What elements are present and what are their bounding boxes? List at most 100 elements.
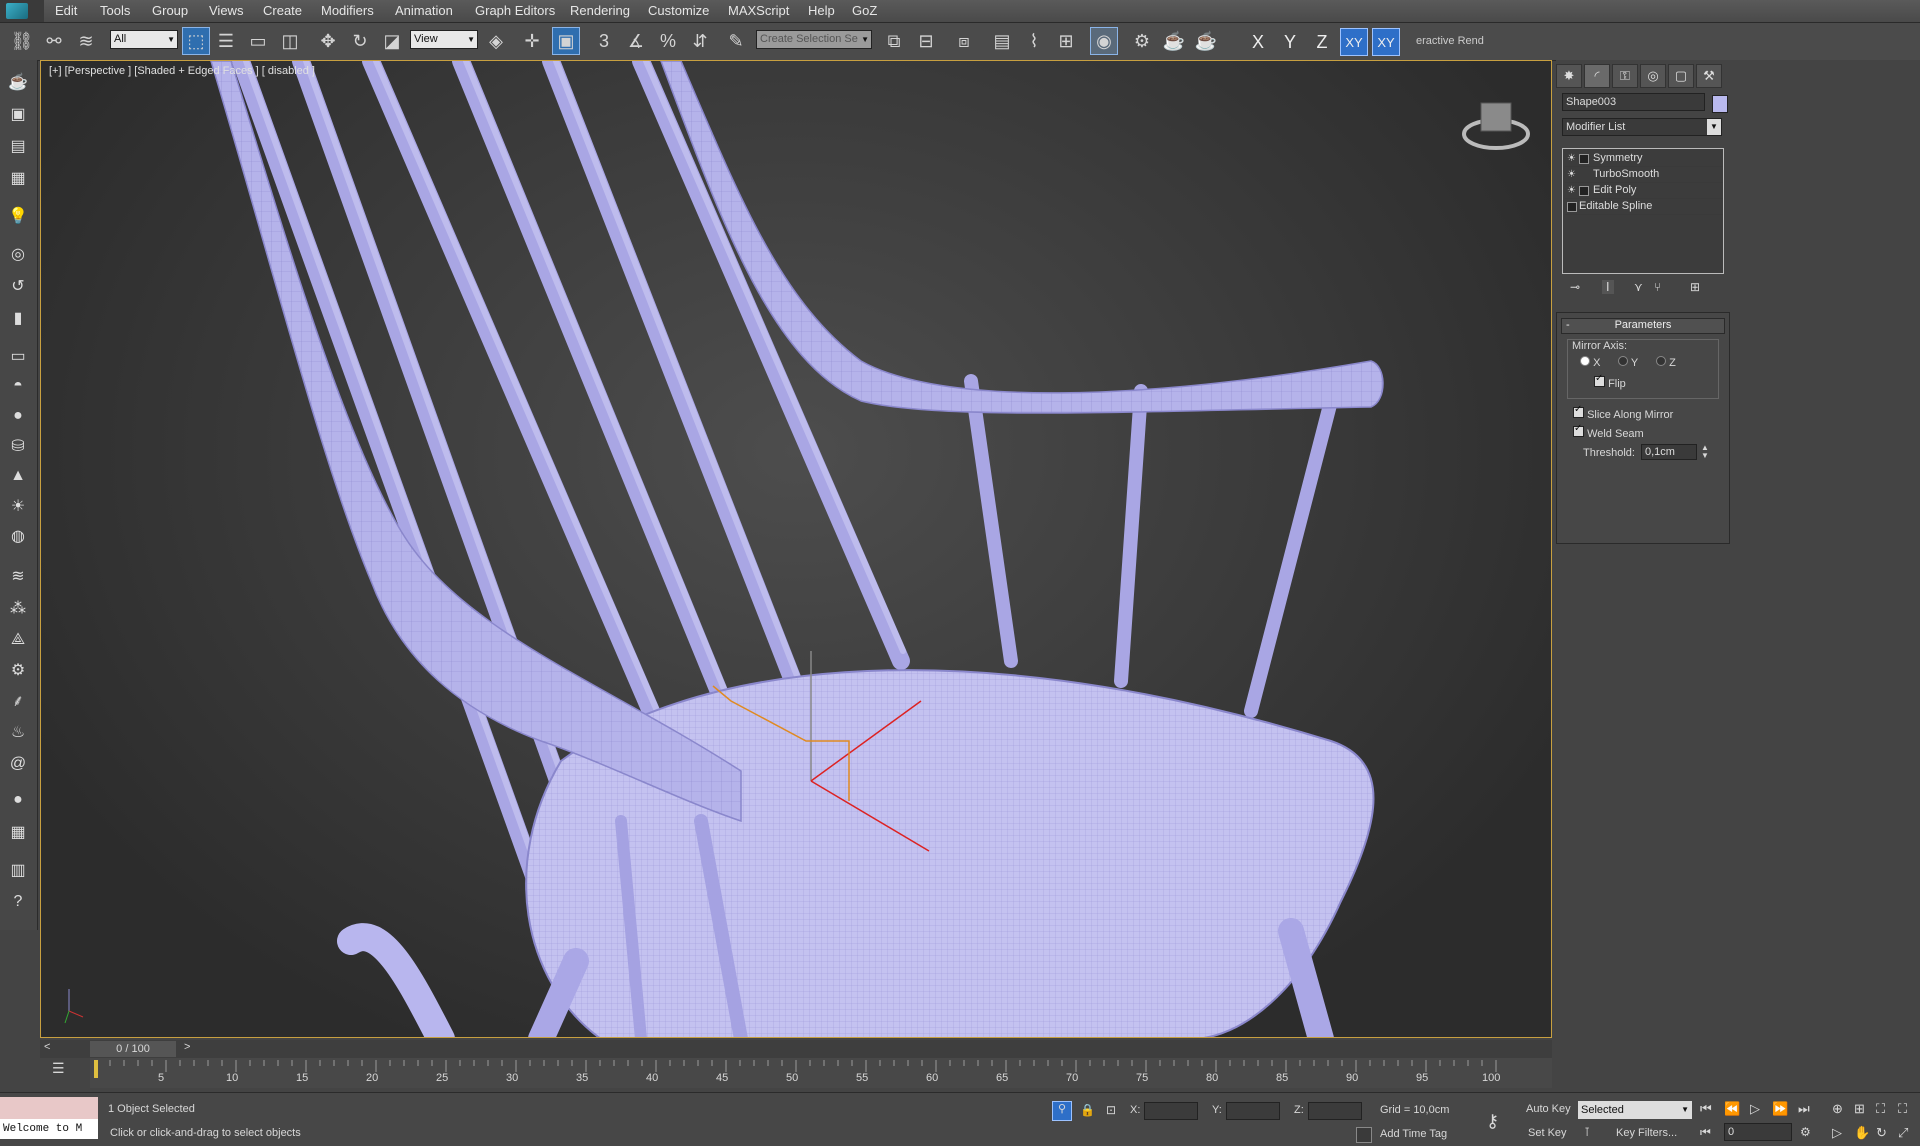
- prev-frame-icon[interactable]: <: [44, 1041, 50, 1053]
- rollout-title[interactable]: - Parameters: [1561, 318, 1725, 334]
- play-icon[interactable]: ▷: [1750, 1101, 1760, 1117]
- next-frame-icon[interactable]: >: [184, 1041, 190, 1053]
- current-frame-input[interactable]: [1724, 1123, 1792, 1141]
- interactive-render-label[interactable]: eractive Rend: [1416, 35, 1484, 47]
- window-crossing-icon[interactable]: ◫: [276, 27, 304, 55]
- axis-x-button[interactable]: X: [1244, 28, 1272, 56]
- object-color-swatch[interactable]: [1712, 95, 1728, 113]
- bind-space-warp-icon[interactable]: ≋: [72, 27, 100, 55]
- grid-icon[interactable]: ▦: [6, 820, 30, 844]
- camera-icon[interactable]: ◎: [6, 242, 30, 266]
- sphere-icon[interactable]: ●: [6, 404, 30, 428]
- axis-y-radio[interactable]: Y: [1618, 356, 1638, 369]
- layer-manager-icon[interactable]: ⧈: [950, 27, 978, 55]
- threshold-input[interactable]: [1641, 444, 1697, 460]
- zoom-all-icon[interactable]: ⊞: [1854, 1101, 1865, 1117]
- menu-edit[interactable]: Edit: [55, 3, 77, 18]
- display-tab-icon[interactable]: ▢: [1668, 64, 1694, 88]
- script-icon[interactable]: ▥: [6, 858, 30, 882]
- axis-z-radio[interactable]: Z: [1656, 356, 1676, 369]
- threshold-spinner-icon[interactable]: ▲ ▼: [1701, 444, 1709, 460]
- cylinder-icon[interactable]: ⛁: [6, 434, 30, 458]
- percent-snap-icon[interactable]: %: [654, 27, 682, 55]
- stack-item-turbosmooth[interactable]: ☀ TurboSmooth: [1565, 167, 1723, 183]
- prev-key-icon[interactable]: ⏪: [1724, 1101, 1740, 1117]
- bulb-icon[interactable]: ☀: [1567, 167, 1576, 182]
- zoom-icon[interactable]: ⊕: [1832, 1101, 1843, 1117]
- gear-icon[interactable]: ⚙: [6, 658, 30, 682]
- lock-icon[interactable]: 🔒: [1080, 1103, 1095, 1117]
- globe-icon[interactable]: ●: [6, 788, 30, 812]
- show-end-result-icon[interactable]: Ⅰ: [1602, 280, 1614, 294]
- bones-icon[interactable]: ⟁: [6, 628, 30, 652]
- expand-icon[interactable]: [1567, 202, 1577, 212]
- film-icon[interactable]: ▮: [6, 306, 30, 330]
- expand-icon[interactable]: [1579, 186, 1589, 196]
- bulb-icon[interactable]: ☀: [1567, 151, 1576, 166]
- y-coord-input[interactable]: [1226, 1102, 1280, 1120]
- stack-item-editable-spline[interactable]: Editable Spline: [1565, 199, 1723, 215]
- menu-group[interactable]: Group: [152, 3, 188, 18]
- select-object-icon[interactable]: ⬚: [182, 27, 210, 55]
- set-key-icon[interactable]: ⊺: [1584, 1125, 1590, 1139]
- bulb-icon[interactable]: ☀: [1567, 183, 1576, 198]
- auto-key-button[interactable]: Auto Key: [1526, 1103, 1571, 1115]
- select-manipulate-icon[interactable]: ✛: [518, 27, 546, 55]
- time-slider[interactable]: < 0 / 100 >: [40, 1040, 1552, 1058]
- remove-modifier-icon[interactable]: ⑂: [1654, 280, 1661, 294]
- orbit-icon[interactable]: ↻: [1876, 1125, 1887, 1141]
- pan-icon[interactable]: ✋: [1854, 1125, 1870, 1141]
- reference-coordinate-dropdown[interactable]: View: [410, 30, 478, 49]
- angle-snap-icon[interactable]: ∡: [622, 27, 650, 55]
- teapot-icon[interactable]: ☕: [6, 70, 30, 94]
- schematic-view-icon[interactable]: ⊞: [1052, 27, 1080, 55]
- dome-icon[interactable]: ◓: [6, 374, 30, 398]
- goto-end-icon[interactable]: ⏭: [1798, 1101, 1810, 1117]
- axis-xy-button[interactable]: XY: [1340, 28, 1368, 56]
- curve-editor-icon[interactable]: ⌇: [1020, 27, 1048, 55]
- menu-customize[interactable]: Customize: [648, 3, 709, 18]
- expand-icon[interactable]: [1579, 154, 1589, 164]
- rewind-icon[interactable]: ↺: [6, 274, 30, 298]
- x-coord-input[interactable]: [1144, 1102, 1198, 1120]
- spinner-snap-icon[interactable]: ⇵: [686, 27, 714, 55]
- light-icon[interactable]: 💡: [6, 204, 30, 228]
- ball-icon[interactable]: ◍: [6, 524, 30, 548]
- app-logo-icon[interactable]: [0, 0, 44, 22]
- stack-item-edit-poly[interactable]: ☀ Edit Poly: [1565, 183, 1723, 199]
- menu-views[interactable]: Views: [209, 3, 243, 18]
- particles-icon[interactable]: ⁂: [6, 596, 30, 620]
- create-tab-icon[interactable]: ✸: [1556, 64, 1582, 88]
- pin-stack-icon[interactable]: ⊸: [1570, 280, 1580, 294]
- next-key-icon[interactable]: ⏩: [1772, 1101, 1788, 1117]
- z-coord-input[interactable]: [1308, 1102, 1362, 1120]
- grass-icon[interactable]: ⸙: [6, 688, 30, 712]
- menu-modifiers[interactable]: Modifiers: [321, 3, 374, 18]
- set-key-button[interactable]: Set Key: [1528, 1127, 1567, 1139]
- view-cube-icon[interactable]: [1461, 99, 1521, 149]
- pivot-center-icon[interactable]: ◈: [482, 27, 510, 55]
- shell-icon[interactable]: @: [6, 752, 30, 776]
- hierarchy-tab-icon[interactable]: ⚿: [1612, 64, 1638, 88]
- snap-toggle-icon[interactable]: 3: [590, 27, 618, 55]
- menu-rendering[interactable]: Rendering: [570, 3, 630, 18]
- render-production-icon[interactable]: ☕: [1192, 27, 1220, 55]
- image-icon[interactable]: ▣: [6, 102, 30, 126]
- track-bar-menu-icon[interactable]: ☰: [52, 1060, 65, 1077]
- cone-icon[interactable]: ▲: [6, 464, 30, 488]
- key-mode-toggle-icon[interactable]: ⏮: [1700, 1125, 1711, 1140]
- time-tag-icon[interactable]: [1356, 1127, 1372, 1143]
- unlink-icon[interactable]: ⚯: [40, 27, 68, 55]
- add-time-tag-button[interactable]: Add Time Tag: [1380, 1128, 1447, 1140]
- select-by-name-icon[interactable]: ☰: [212, 27, 240, 55]
- menu-maxscript[interactable]: MAXScript: [728, 3, 789, 18]
- rectangular-selection-icon[interactable]: ▭: [244, 27, 272, 55]
- align-icon[interactable]: ⊟: [912, 27, 940, 55]
- object-name-input[interactable]: [1562, 93, 1705, 111]
- help-icon[interactable]: ?: [6, 890, 30, 914]
- field-of-view-icon[interactable]: ▷: [1832, 1125, 1842, 1141]
- document-icon[interactable]: ▤: [6, 134, 30, 158]
- move-icon[interactable]: ✥: [314, 27, 342, 55]
- track-bar[interactable]: 5 10 15 20 25 30 35 40 45 50 55 60 65 70…: [90, 1058, 1552, 1088]
- render-frame-window-icon[interactable]: ☕: [1160, 27, 1188, 55]
